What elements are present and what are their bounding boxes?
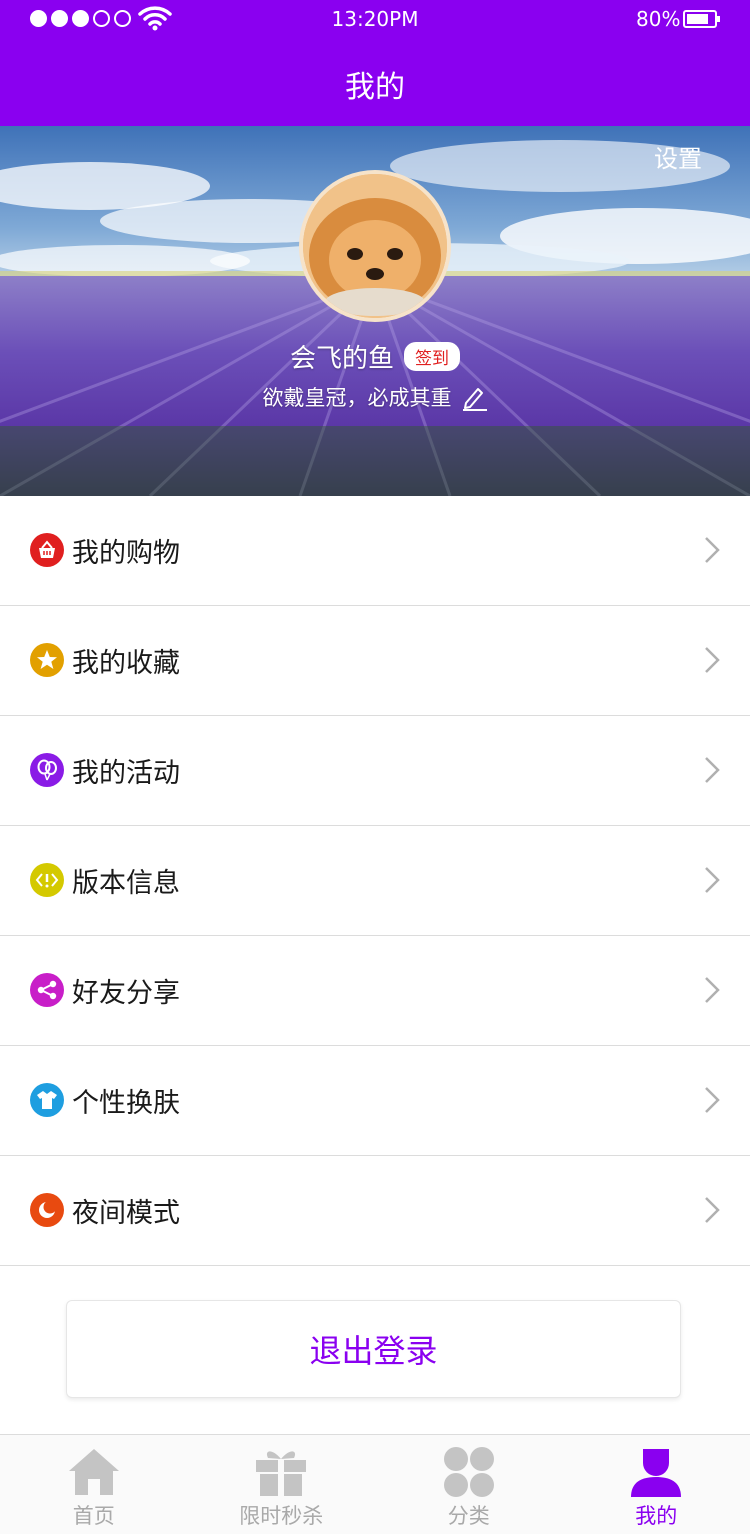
tab-label: 分类 <box>447 1504 490 1528</box>
home-icon <box>67 1444 121 1500</box>
menu-item-favorites[interactable]: 我的收藏 <box>0 606 750 716</box>
page-title: 我的 <box>345 70 405 105</box>
shopping-basket-icon <box>30 533 64 567</box>
shirt-icon <box>30 1083 64 1117</box>
gift-icon <box>254 1444 308 1500</box>
tab-category[interactable]: 分类 <box>375 1435 563 1534</box>
menu-item-skin[interactable]: 个性换肤 <box>0 1046 750 1156</box>
user-icon <box>629 1444 683 1500</box>
menu-item-shopping[interactable]: 我的购物 <box>0 496 750 606</box>
chevron-right-icon <box>705 867 720 893</box>
menu-item-label: 我的购物 <box>72 538 180 569</box>
share-icon <box>30 973 64 1007</box>
menu-item-night-mode[interactable]: 夜间模式 <box>0 1156 750 1266</box>
moon-icon <box>30 1193 64 1227</box>
tab-mine[interactable]: 我的 <box>563 1435 750 1534</box>
code-icon <box>30 863 64 897</box>
tab-label: 我的 <box>635 1504 678 1528</box>
logout-button[interactable]: 退出登录 <box>66 1300 681 1398</box>
grid-icon <box>442 1444 496 1500</box>
signin-button[interactable]: 签到 <box>404 342 460 371</box>
chevron-right-icon <box>705 1197 720 1223</box>
avatar-image <box>303 174 447 318</box>
menu-item-label: 好友分享 <box>72 978 180 1009</box>
chevron-right-icon <box>705 1087 720 1113</box>
star-icon <box>30 643 64 677</box>
menu-item-label: 夜间模式 <box>72 1198 180 1229</box>
battery-level-fill <box>687 14 708 24</box>
status-bar: 13:20PM 80% <box>0 0 750 40</box>
menu-item-label: 版本信息 <box>72 868 180 899</box>
nav-bar: 我的 <box>0 40 750 126</box>
settings-link[interactable]: 设置 <box>654 139 702 174</box>
chevron-right-icon <box>705 977 720 1003</box>
chevron-right-icon <box>705 647 720 673</box>
username: 会飞的鱼 <box>289 344 394 374</box>
menu-list: 我的购物 我的收藏 我的活动 版本信息 好友分享 个性换肤 夜间模式 <box>0 496 750 1266</box>
chevron-right-icon <box>705 757 720 783</box>
menu-item-label: 个性换肤 <box>72 1088 180 1119</box>
menu-item-label: 我的活动 <box>72 758 180 789</box>
bottom-tab-bar: 首页 限时秒杀 分类 我的 <box>0 1434 750 1534</box>
menu-item-activities[interactable]: 我的活动 <box>0 716 750 826</box>
tab-label: 限时秒杀 <box>239 1504 324 1528</box>
battery-percentage: 80% <box>636 7 681 31</box>
tab-label: 首页 <box>72 1504 115 1528</box>
avatar[interactable] <box>299 170 451 322</box>
tab-flash-sale[interactable]: 限时秒杀 <box>188 1435 376 1534</box>
menu-item-label: 我的收藏 <box>72 648 180 679</box>
menu-item-share[interactable]: 好友分享 <box>0 936 750 1046</box>
user-motto: 欲戴皇冠，必成其重 <box>262 386 452 410</box>
menu-item-version-info[interactable]: 版本信息 <box>0 826 750 936</box>
tab-home[interactable]: 首页 <box>0 1435 188 1534</box>
profile-header: 设置 会飞的鱼 签到 欲戴皇冠，必成其重 <box>0 126 750 496</box>
edit-pencil-icon[interactable] <box>460 383 488 411</box>
battery-icon <box>683 10 720 28</box>
chevron-right-icon <box>705 537 720 563</box>
balloon-icon <box>30 753 64 787</box>
